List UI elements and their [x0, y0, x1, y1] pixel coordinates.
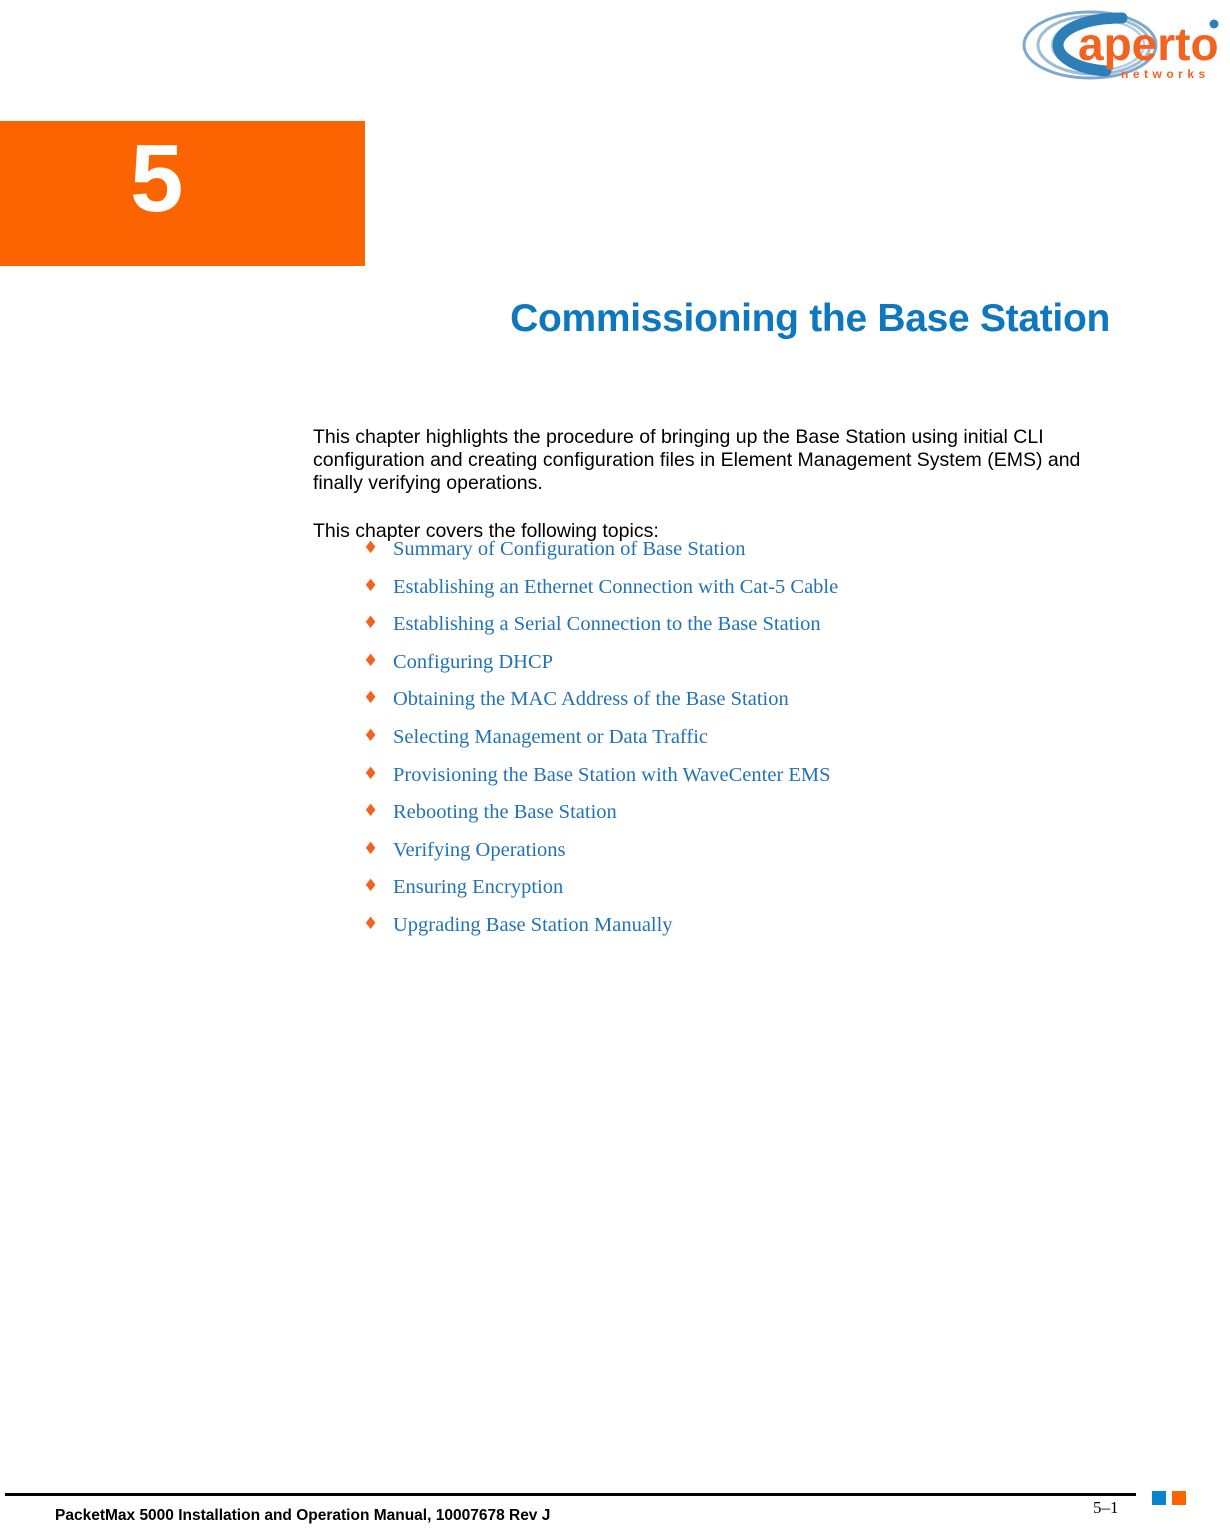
logo-wordmark-text: aperto: [1078, 18, 1219, 70]
topic-list-item[interactable]: ♦ Establishing a Serial Connection to the…: [360, 611, 1120, 649]
footer-marker-blue: [1152, 1491, 1166, 1505]
diamond-bullet-icon: ♦: [363, 650, 379, 671]
topic-list-item[interactable]: ♦ Establishing an Ethernet Connection wit…: [360, 574, 1120, 612]
topic-list-item[interactable]: ♦ Selecting Management or Data Traffic: [360, 724, 1120, 762]
diamond-bullet-icon: ♦: [363, 575, 379, 596]
topic-list-item[interactable]: ♦ Ensuring Encryption: [360, 874, 1120, 912]
diamond-bullet-icon: ♦: [363, 688, 379, 709]
diamond-bullet-icon: ♦: [363, 913, 379, 934]
chapter-number-block: 5: [0, 121, 365, 266]
topic-link-label[interactable]: Summary of Configuration of Base Station: [393, 538, 745, 560]
logo-tagline-text: networks: [1121, 67, 1210, 81]
topic-list-item[interactable]: ♦ Verifying Operations: [360, 837, 1120, 875]
footer-document-line: PacketMax 5000 Installation and Operatio…: [55, 1507, 551, 1524]
topic-link-label[interactable]: Upgrading Base Station Manually: [393, 914, 673, 936]
diamond-bullet-icon: ♦: [363, 763, 379, 784]
footer-marker-orange: [1172, 1491, 1186, 1505]
topic-list-item[interactable]: ♦ Summary of Configuration of Base Statio…: [360, 536, 1120, 574]
diamond-bullet-icon: ♦: [363, 801, 379, 822]
topic-link-label[interactable]: Establishing an Ethernet Connection with…: [393, 576, 838, 598]
footer-divider: [5, 1493, 1136, 1496]
topic-link-label[interactable]: Rebooting the Base Station: [393, 801, 617, 823]
topic-list-item[interactable]: ♦ Configuring DHCP: [360, 649, 1120, 687]
topic-link-label[interactable]: Ensuring Encryption: [393, 876, 563, 898]
topic-link-label[interactable]: Selecting Management or Data Traffic: [393, 726, 708, 748]
logo-registered-dot: [1209, 19, 1219, 29]
page-title: Commissioning the Base Station: [510, 297, 1110, 341]
topic-list-item[interactable]: ♦ Provisioning the Base Station with Wave…: [360, 762, 1120, 800]
topic-link-label[interactable]: Verifying Operations: [393, 839, 566, 861]
topic-link-label[interactable]: Provisioning the Base Station with WaveC…: [393, 764, 831, 786]
topic-list-item[interactable]: ♦ Obtaining the MAC Address of the Base S…: [360, 686, 1120, 724]
chapter-topic-list: ♦ Summary of Configuration of Base Statio…: [360, 536, 1120, 950]
topic-list-item[interactable]: ♦ Rebooting the Base Station: [360, 799, 1120, 837]
topic-link-label[interactable]: Obtaining the MAC Address of the Base St…: [393, 688, 789, 710]
diamond-bullet-icon: ♦: [363, 838, 379, 859]
diamond-bullet-icon: ♦: [363, 725, 379, 746]
intro-paragraph: This chapter highlights the procedure of…: [313, 425, 1081, 494]
page-number: 5–1: [1093, 1498, 1119, 1517]
diamond-bullet-icon: ♦: [363, 613, 379, 634]
aperto-networks-logo: aperto networks: [1018, 8, 1230, 82]
chapter-number: 5: [130, 125, 183, 232]
topic-link-label[interactable]: Establishing a Serial Connection to the …: [393, 613, 821, 635]
topic-list-item[interactable]: ♦ Upgrading Base Station Manually: [360, 912, 1120, 950]
diamond-bullet-icon: ♦: [363, 538, 379, 558]
document-page: aperto networks 5 Commissioning the Base…: [0, 0, 1230, 1537]
diamond-bullet-icon: ♦: [363, 876, 379, 897]
topic-link-label[interactable]: Configuring DHCP: [393, 651, 553, 673]
